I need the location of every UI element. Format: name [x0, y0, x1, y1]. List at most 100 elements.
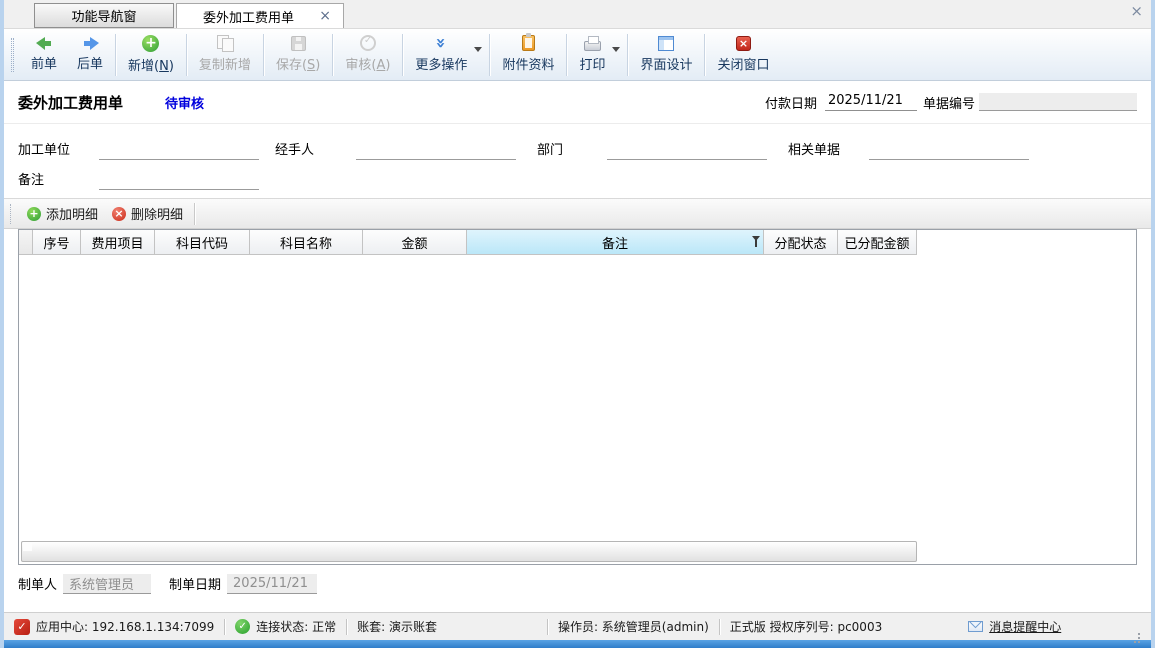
resize-grip[interactable]: [1129, 628, 1141, 640]
filter-funnel-icon[interactable]: [752, 236, 760, 241]
doc-no-field: [979, 93, 1137, 111]
next-doc-label: 后单: [77, 53, 103, 72]
copy-new-label: 复制新增: [199, 54, 251, 73]
window-bottom-border: [4, 640, 1151, 648]
main-toolbar: 前单 后单 新增(N) 复制新增 保存(S) 审核(A) 更多操: [4, 28, 1151, 81]
tab-function-nav[interactable]: 功能导航窗: [34, 3, 174, 28]
dropdown-caret-icon: [474, 47, 482, 56]
tab-close-icon[interactable]: ×: [319, 9, 331, 23]
status-separator: [346, 619, 347, 635]
next-doc-button[interactable]: 后单: [67, 31, 113, 78]
license-text: 正式版 授权序列号: pc0003: [730, 618, 882, 635]
save-label: 保存(S): [276, 54, 320, 73]
toolbar-separator: [115, 34, 116, 76]
double-chevron-down-icon: [433, 38, 449, 49]
print-button[interactable]: 打印: [569, 31, 625, 78]
related-doc-field-group: 相关单据: [788, 139, 1029, 160]
new-button[interactable]: 新增(N): [118, 31, 184, 78]
status-separator: [547, 619, 548, 635]
document-title-row: 委外加工费用单 待审核 付款日期 2025/11/21 单据编号: [4, 81, 1151, 123]
column-header-expense-item[interactable]: 费用项目: [81, 230, 155, 255]
tab-outsourcing-expense[interactable]: 委外加工费用单 ×: [176, 3, 344, 28]
maker-date-label: 制单日期: [169, 574, 221, 593]
pay-date-label: 付款日期: [765, 93, 817, 112]
grid-header-row: 序号 费用项目 科目代码 科目名称 金额 备注 分配状态 已分配金额: [19, 230, 1136, 255]
toolbar-separator: [402, 34, 403, 76]
remark-input[interactable]: [99, 173, 259, 190]
tab-label: 委外加工费用单: [203, 7, 294, 26]
document-content: 委外加工费用单 待审核 付款日期 2025/11/21 单据编号 加工单位 经手…: [4, 81, 1151, 612]
add-detail-button[interactable]: 添加明细: [20, 202, 105, 226]
column-header-account-name[interactable]: 科目名称: [250, 230, 363, 255]
processing-unit-field-group: 加工单位: [18, 139, 259, 160]
column-header-alloc-status[interactable]: 分配状态: [764, 230, 838, 255]
status-bar: 应用中心: 192.168.1.134:7099 连接状态: 正常 账套: 演示…: [4, 612, 1151, 640]
message-center-link[interactable]: 消息提醒中心: [968, 618, 1061, 635]
print-label: 打印: [579, 54, 605, 73]
x-circle-icon: [112, 207, 126, 221]
delete-detail-button[interactable]: 删除明细: [105, 202, 190, 226]
close-window-button[interactable]: 关闭窗口: [707, 31, 779, 78]
attachments-button[interactable]: 附件资料: [492, 31, 564, 78]
check-circle-icon: [360, 35, 376, 51]
header-form: 加工单位 经手人 部门 相关单据 备注: [4, 123, 1151, 198]
arrow-left-icon: [36, 37, 53, 50]
doc-no-label: 单据编号: [923, 93, 975, 112]
horizontal-scrollbar[interactable]: [21, 541, 917, 562]
status-separator: [224, 619, 225, 635]
app-center-text: 应用中心: 192.168.1.134:7099: [36, 618, 214, 635]
page-title: 委外加工费用单: [18, 92, 123, 113]
tab-bar: 功能导航窗 委外加工费用单 × ×: [4, 0, 1151, 28]
ui-design-button[interactable]: 界面设计: [630, 31, 702, 78]
tab-label: 功能导航窗: [71, 6, 136, 25]
save-floppy-icon: [291, 36, 306, 51]
delete-detail-label: 删除明细: [131, 204, 183, 223]
attachments-label: 附件资料: [502, 54, 554, 73]
toolbar-grip: [11, 38, 14, 72]
red-x-icon: [736, 36, 751, 51]
row-indicator-header: [19, 230, 33, 255]
status-badge: 待审核: [165, 93, 204, 112]
account-set-text: 账套: 演示账套: [357, 618, 437, 635]
maker-label: 制单人: [18, 574, 57, 593]
ui-design-label: 界面设计: [640, 54, 692, 73]
toolbar-separator: [332, 34, 333, 76]
app-logo-icon: [14, 619, 30, 635]
more-actions-button[interactable]: 更多操作: [405, 31, 487, 78]
column-header-amount[interactable]: 金额: [363, 230, 467, 255]
department-field-group: 部门: [537, 139, 767, 160]
toolbar-separator: [263, 34, 264, 76]
processing-unit-input[interactable]: [99, 143, 259, 160]
audit-button: 审核(A): [335, 31, 400, 78]
license-status: 正式版 授权序列号: pc0003: [730, 618, 882, 635]
pay-date-field[interactable]: 2025/11/21: [825, 93, 917, 111]
column-header-account-code[interactable]: 科目代码: [155, 230, 250, 255]
message-center-text: 消息提醒中心: [989, 618, 1061, 635]
toolbar-separator: [566, 34, 567, 76]
related-doc-input[interactable]: [869, 143, 1029, 160]
audit-label: 审核(A): [345, 54, 390, 73]
plus-circle-icon: [27, 207, 41, 221]
window-close-icon[interactable]: ×: [1130, 4, 1143, 19]
prev-doc-button[interactable]: 前单: [21, 31, 67, 78]
handler-label: 经手人: [275, 139, 356, 160]
green-check-icon: [235, 619, 250, 634]
maker-field: 系统管理员: [63, 574, 151, 594]
app-window: 功能导航窗 委外加工费用单 × × 前单 后单 新增(N) 复制新增: [0, 0, 1155, 648]
department-input[interactable]: [607, 143, 767, 160]
column-header-seq[interactable]: 序号: [33, 230, 81, 255]
handler-input[interactable]: [356, 143, 516, 160]
save-button: 保存(S): [266, 31, 330, 78]
column-header-remark[interactable]: 备注: [467, 230, 764, 255]
grid-body-empty[interactable]: [19, 255, 1136, 564]
column-header-allocated-amount[interactable]: 已分配金额: [838, 230, 917, 255]
copy-new-button: 复制新增: [189, 31, 261, 78]
remark-field-group: 备注: [18, 169, 259, 190]
status-separator: [719, 619, 720, 635]
related-doc-label: 相关单据: [788, 139, 869, 160]
connection-text: 连接状态: 正常: [256, 618, 336, 635]
clipboard-icon: [522, 35, 535, 51]
remark-label: 备注: [18, 169, 99, 190]
printer-icon: [584, 41, 601, 51]
grid-header-filler: [917, 230, 1136, 255]
